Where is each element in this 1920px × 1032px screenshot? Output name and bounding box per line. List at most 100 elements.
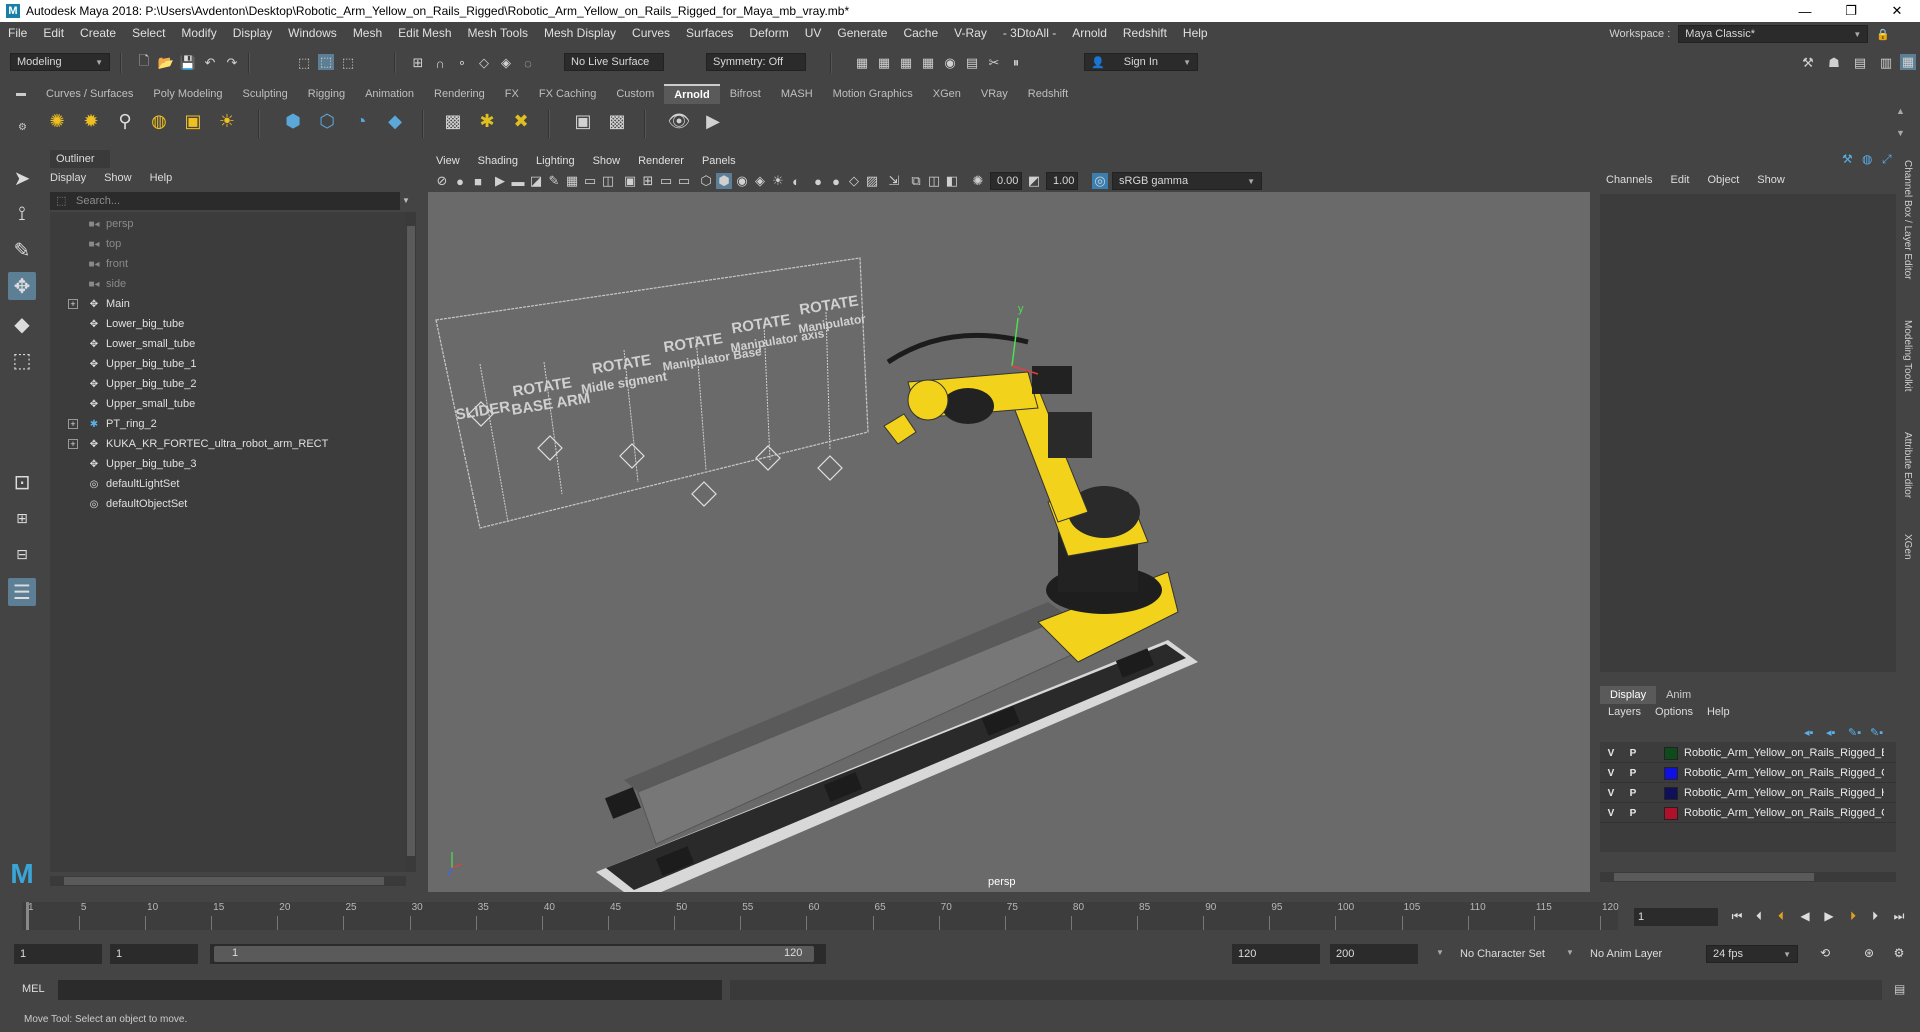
range-bar[interactable]: 1 120: [210, 944, 826, 964]
new-layer-from-selection-icon[interactable]: ✎▪: [1870, 726, 1883, 739]
playback-end-field[interactable]: 120: [1232, 944, 1320, 964]
auto-key-icon[interactable]: ⊛: [1860, 944, 1878, 962]
play-forwards-icon[interactable]: ▶: [1820, 907, 1838, 925]
expand-icon[interactable]: +: [68, 419, 78, 429]
skydome-light-icon[interactable]: ◍: [146, 108, 172, 134]
layer-visibility-toggle[interactable]: V: [1600, 768, 1622, 779]
menu-modify[interactable]: Modify: [173, 26, 224, 40]
shadows-icon[interactable]: ◐: [788, 173, 804, 189]
snap-point-icon[interactable]: ∘: [454, 55, 470, 71]
menu-generate[interactable]: Generate: [829, 26, 895, 40]
shelf-tab-active[interactable]: Arnold: [664, 84, 720, 104]
tab-display[interactable]: Display: [1600, 686, 1657, 704]
menu-file[interactable]: File: [0, 26, 35, 40]
layer-playback-toggle[interactable]: P: [1622, 748, 1644, 759]
four-view-layout-icon[interactable]: ⊞: [8, 504, 36, 532]
render-settings-icon[interactable]: ▦: [898, 55, 914, 71]
outliner-item-side[interactable]: ■◂ side: [86, 274, 126, 294]
standin-icon[interactable]: ⬢: [280, 108, 306, 134]
layer-horizontal-scrollbar[interactable]: [1600, 872, 1896, 882]
snap-curve-icon[interactable]: ∩: [432, 55, 448, 71]
go-to-end-icon[interactable]: ⏭: [1890, 907, 1908, 925]
close-button[interactable]: ✕: [1874, 0, 1920, 22]
shelf-scroll-down-icon[interactable]: ▼: [1896, 128, 1905, 138]
layer-visibility-toggle[interactable]: V: [1600, 748, 1622, 759]
select-object-icon[interactable]: ⬚: [318, 54, 334, 70]
menu-display[interactable]: Display: [225, 26, 280, 40]
manipulator-toggle-icon[interactable]: ⤢: [1882, 152, 1892, 167]
menu-windows[interactable]: Windows: [280, 26, 345, 40]
channel-box-toggle-icon[interactable]: ⚒: [1842, 152, 1853, 166]
safe-action-icon[interactable]: ▭: [658, 173, 674, 189]
layer-row[interactable]: V P Robotic_Arm_Yellow_on_Rails_Rigged_H: [1600, 784, 1896, 803]
layers-menu[interactable]: Layers: [1608, 706, 1641, 718]
lock-camera-icon[interactable]: ●: [452, 173, 468, 189]
viewport-menu-shading[interactable]: Shading: [478, 155, 518, 167]
chevron-down-icon[interactable]: ▼: [1566, 948, 1574, 957]
menu-3dtoall[interactable]: - 3DtoAll -: [995, 26, 1064, 40]
layer-visibility-toggle[interactable]: V: [1600, 788, 1622, 799]
material-icon[interactable]: ▣: [570, 108, 596, 134]
layer-row[interactable]: V P Robotic_Arm_Yellow_on_Rails_Rigged_B: [1600, 744, 1896, 763]
flush-textures-icon[interactable]: ✱: [474, 108, 500, 134]
tab-anim[interactable]: Anim: [1656, 686, 1701, 704]
paint-select-tool-icon[interactable]: ✎: [8, 236, 36, 264]
outliner-search-input[interactable]: Search...: [50, 192, 400, 210]
tab-xgen[interactable]: XGen: [1902, 534, 1913, 560]
menuset-dropdown[interactable]: Modeling ▼: [10, 53, 110, 71]
minimize-button[interactable]: —: [1782, 0, 1828, 22]
arnold-render-icon[interactable]: ◉: [942, 55, 958, 71]
outliner-menu-display[interactable]: Display: [50, 172, 86, 184]
menu-mesh-display[interactable]: Mesh Display: [536, 26, 624, 40]
shelf-menu-icon[interactable]: ▬: [16, 88, 26, 99]
sign-in-button[interactable]: 👤 Sign In ▼: [1084, 53, 1198, 71]
bookmark-icon[interactable]: ▶: [492, 173, 508, 189]
menu-mesh-tools[interactable]: Mesh Tools: [460, 26, 536, 40]
depth-of-field-icon[interactable]: ▨: [864, 173, 880, 189]
layer-color-swatch[interactable]: [1664, 766, 1678, 780]
shelf-tab[interactable]: Animation: [355, 88, 424, 100]
tab-modeling-toolkit[interactable]: Modeling Toolkit: [1902, 320, 1913, 392]
exposure-icon[interactable]: ✺: [970, 173, 986, 189]
step-forward-key-icon[interactable]: ⏵: [1844, 907, 1862, 925]
layer-color-swatch[interactable]: [1664, 806, 1678, 820]
outliner-item-default-light-set[interactable]: ◎ defaultLightSet: [86, 474, 180, 494]
outliner-item-kuka[interactable]: + ✥ KUKA_KR_FORTEC_ultra_robot_arm_RECT: [68, 434, 328, 454]
render-icon[interactable]: ▦: [854, 55, 870, 71]
exposure-field[interactable]: 0.00: [990, 172, 1022, 190]
outliner-item-upper-big-tube-1[interactable]: ✥ Upper_big_tube_1: [86, 354, 197, 374]
shelf-tab[interactable]: FX: [495, 88, 529, 100]
menu-help[interactable]: Help: [1175, 26, 1216, 40]
textured-icon[interactable]: ◈: [752, 173, 768, 189]
screen-space-ao-icon[interactable]: ●: [810, 173, 826, 189]
character-icon[interactable]: ☗: [1826, 55, 1842, 71]
outliner-item-lower-small-tube[interactable]: ✥ Lower_small_tube: [86, 334, 195, 354]
options-menu[interactable]: Options: [1655, 706, 1693, 718]
tab-channel-box-layer-editor[interactable]: Channel Box / Layer Editor: [1902, 160, 1913, 280]
tab-attribute-editor[interactable]: Attribute Editor: [1902, 432, 1913, 498]
use-all-lights-icon[interactable]: ☀: [770, 173, 786, 189]
layer-playback-toggle[interactable]: P: [1622, 768, 1644, 779]
script-editor-icon[interactable]: ▤: [1894, 982, 1905, 996]
step-forward-frame-icon[interactable]: ⏵: [1866, 907, 1884, 925]
animation-preferences-icon[interactable]: ⚙: [1890, 944, 1908, 962]
single-perspective-layout-icon[interactable]: ⊡: [8, 468, 36, 496]
object-menu[interactable]: Object: [1707, 174, 1739, 186]
command-input[interactable]: [58, 980, 722, 1000]
shelf-scroll-up-icon[interactable]: ▲: [1896, 106, 1905, 116]
select-hierarchy-icon[interactable]: ⬚: [296, 55, 312, 71]
viewport-menu-lighting[interactable]: Lighting: [536, 155, 575, 167]
menu-deform[interactable]: Deform: [741, 26, 796, 40]
move-layer-up-icon[interactable]: ◂▪: [1804, 726, 1813, 739]
pause-icon[interactable]: ⏸: [1008, 55, 1024, 71]
vray-render-icon[interactable]: ▤: [964, 55, 980, 71]
end-time-field[interactable]: 200: [1330, 944, 1418, 964]
outliner-vertical-scrollbar[interactable]: [406, 212, 416, 872]
start-time-field[interactable]: 1: [14, 944, 102, 964]
symmetry-dropdown[interactable]: Symmetry: Off: [706, 53, 806, 71]
channels-menu[interactable]: Channels: [1606, 174, 1652, 186]
play-render-icon[interactable]: ▶: [700, 108, 726, 134]
viewport-menu-show[interactable]: Show: [593, 155, 621, 167]
current-frame-field[interactable]: 1: [1634, 908, 1718, 926]
area-light-icon[interactable]: ✺: [44, 108, 70, 134]
